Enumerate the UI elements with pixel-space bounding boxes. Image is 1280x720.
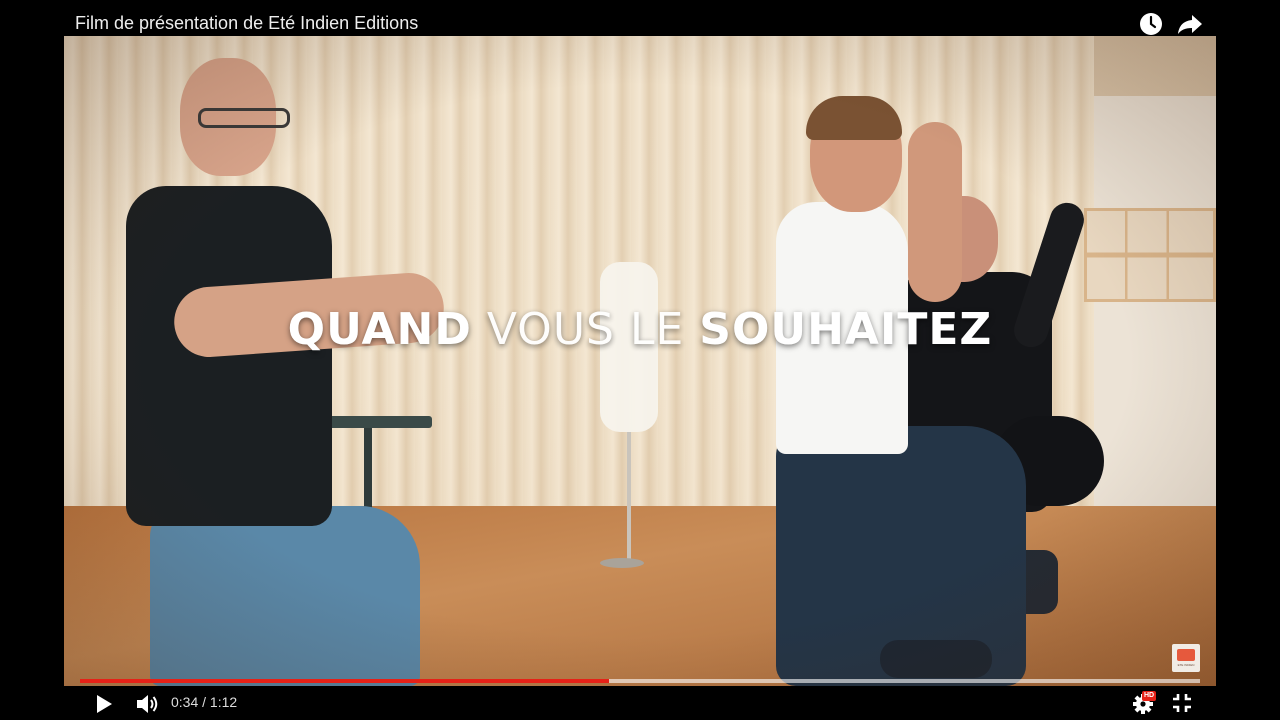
play-icon[interactable] — [92, 692, 116, 716]
time-display: 0:34 / 1:12 — [171, 694, 238, 710]
vignette — [64, 36, 1216, 686]
caption-word: QUAND — [287, 304, 472, 355]
video-caption: QUAND VOUS LE SOUHAITEZ — [64, 304, 1216, 355]
progress-bar[interactable] — [80, 679, 1200, 683]
logo-text: ETE INDIEN — [1177, 663, 1195, 667]
caption-word: VOUS — [486, 304, 615, 355]
control-bar: 0:34 / 1:12 HD — [0, 686, 1280, 720]
share-arrow-icon[interactable] — [1177, 12, 1203, 36]
video-player[interactable]: Film de présentation de Eté Indien Editi… — [0, 0, 1280, 720]
video-frame[interactable]: QUAND VOUS LE SOUHAITEZ ETE INDIEN — [64, 36, 1216, 686]
caption-word: LE — [629, 304, 685, 355]
logo-mark — [1177, 649, 1195, 661]
clock-icon[interactable] — [1139, 12, 1163, 36]
ete-indien-logo-icon[interactable]: ETE INDIEN — [1172, 644, 1200, 672]
hd-badge: HD — [1142, 691, 1157, 701]
video-title[interactable]: Film de présentation de Eté Indien Editi… — [75, 13, 418, 34]
progress-played — [80, 679, 609, 683]
volume-icon[interactable] — [134, 691, 160, 717]
exit-fullscreen-icon[interactable] — [1170, 691, 1194, 715]
caption-word: SOUHAITEZ — [699, 304, 993, 355]
